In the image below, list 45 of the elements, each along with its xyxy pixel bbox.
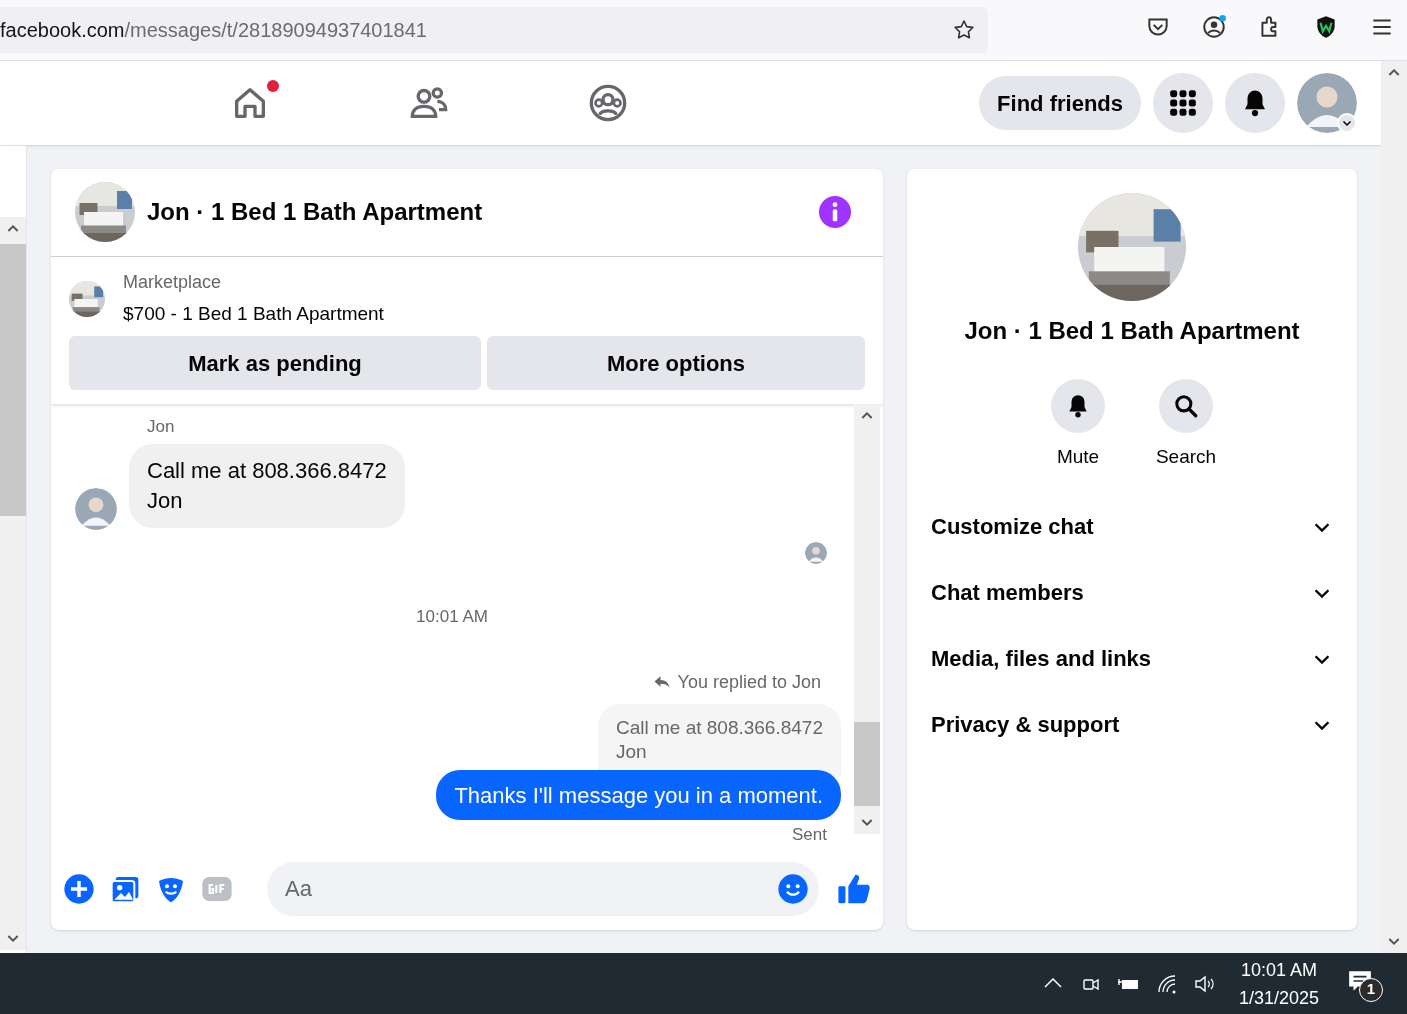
clock-date[interactable]: 1/31/2025 [1238,983,1319,1012]
avatar [805,541,827,564]
scrollbar[interactable] [854,404,880,835]
emoji-icon[interactable] [777,872,809,905]
section-item[interactable]: Customize chat [915,493,1349,560]
account-icon[interactable] [1201,14,1227,40]
groups-icon[interactable] [587,83,628,123]
find-friends-button[interactable]: Find friends [979,76,1141,130]
section-item[interactable]: Chat members [915,559,1349,626]
avatar [75,487,117,530]
scrollbar[interactable] [1381,61,1407,953]
quoted-message: Call me at 808.366.8472 Jon [597,704,841,779]
scrollbar-thumb[interactable] [0,244,26,516]
search-button[interactable] [1159,379,1213,433]
message-bubble: Thanks I'll message you in a moment. [436,770,841,821]
url-text: facebook.com/messages/t/28189094937401841 [0,18,428,43]
listing-title[interactable]: $700 - 1 Bed 1 Bath Apartment [123,299,384,329]
search-icon [1173,393,1199,419]
listing-label: Marketplace [123,270,223,294]
grid-icon [1169,89,1197,117]
address-bar[interactable]: facebook.com/messages/t/28189094937401841 [0,7,988,53]
action-label: Search [1155,445,1217,469]
message-bubble: Call me at 808.366.8472 Jon [129,443,405,528]
chat-title[interactable]: Jon · 1 Bed 1 Bath Apartment [147,194,807,231]
more-options-button[interactable]: More options [487,336,865,391]
avatar [1297,73,1357,133]
clock-time[interactable]: 10:01 AM [1240,955,1317,984]
info-icon[interactable] [819,196,851,229]
star-icon[interactable] [952,18,976,42]
section-item[interactable]: Media, files and links [915,625,1349,692]
chat-title: Jon · 1 Bed 1 Bath Apartment [964,316,1300,346]
message-input[interactable]: Aa [267,861,819,916]
action-label: Mute [1056,445,1100,469]
scrollbar[interactable] [0,217,26,950]
section-item[interactable]: Privacy & support [915,691,1349,758]
reply-note: You replied to Jon [677,671,821,695]
sender-name: Jon [147,416,176,439]
mark-pending-button[interactable]: Mark as pending [69,336,481,391]
plus-icon[interactable] [63,872,95,905]
scrollbar-thumb[interactable] [854,722,880,807]
mute-button[interactable] [1051,379,1105,433]
notification-count: 1 [1359,977,1383,1002]
action-center-button[interactable]: 1 [1347,963,1383,1004]
timestamp: 10:01 AM [415,605,489,628]
message-status: Sent [791,824,828,847]
